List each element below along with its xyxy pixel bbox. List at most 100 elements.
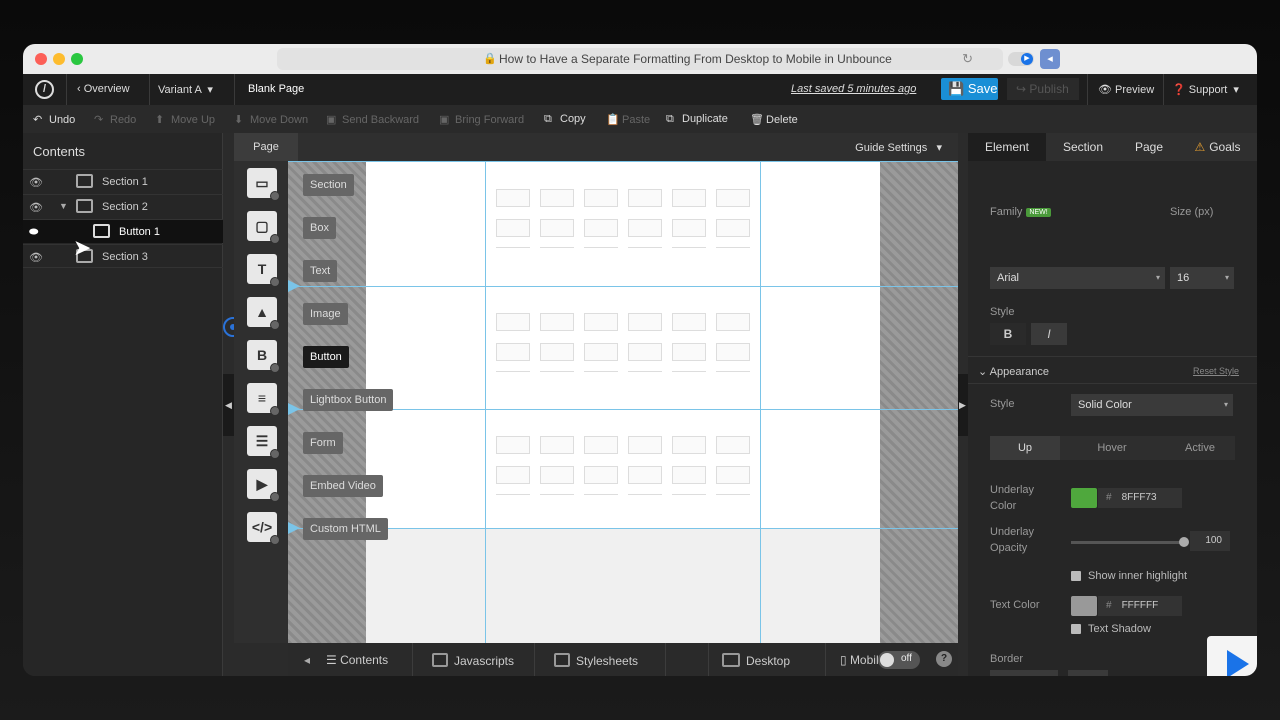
move-up-button[interactable]: ⬆ Move Up xyxy=(155,113,215,126)
palette-label-lightbox-button[interactable]: Lightbox Button xyxy=(303,389,394,411)
mobile-toggle[interactable]: off xyxy=(878,651,920,669)
publish-button[interactable]: ↪ Publish xyxy=(1007,78,1079,100)
slider-knob[interactable] xyxy=(1179,537,1189,547)
appearance-header[interactable]: ⌄ Appearance xyxy=(978,365,1049,378)
tab-goals[interactable]: ⚠ Goals xyxy=(1178,133,1257,161)
collapse-left-panel-button[interactable]: ◀ xyxy=(223,374,234,436)
address-bar[interactable]: 🔒 How to Have a Separate Formatting From… xyxy=(277,48,1003,70)
video-play-icon[interactable] xyxy=(1207,636,1257,676)
tree-item-label: Section 3 xyxy=(102,251,148,263)
underlay-opacity-input[interactable]: 100 xyxy=(1190,531,1230,551)
placeholder-line xyxy=(716,371,750,376)
lightbox-icon[interactable]: ≡ xyxy=(247,383,280,416)
text-icon[interactable]: T xyxy=(247,254,280,287)
text-color-input[interactable]: # FFFFFF xyxy=(1098,596,1182,616)
bold-button[interactable]: B xyxy=(990,323,1026,345)
guide-marker-icon[interactable] xyxy=(288,280,300,292)
button-icon[interactable]: B xyxy=(247,340,280,373)
collapse-right-panel-button[interactable]: ▶ xyxy=(957,374,968,436)
eye-icon[interactable]: 👁 xyxy=(29,201,43,214)
tree-item-section-2[interactable]: 👁 ▼ Section 2 xyxy=(23,194,223,218)
reload-icon[interactable]: ↻ xyxy=(962,51,973,67)
eye-icon[interactable]: 👁 xyxy=(29,251,43,264)
tab-page[interactable]: Page xyxy=(1120,133,1178,161)
overview-link[interactable]: ‹ Overview xyxy=(77,83,130,95)
page-canvas[interactable]: Section Box Text Image Button Lightbox B… xyxy=(288,161,958,643)
page-name[interactable]: Blank Page xyxy=(248,83,304,95)
underlay-color-swatch[interactable] xyxy=(1071,488,1097,508)
redo-button[interactable]: ↷ Redo xyxy=(94,113,136,126)
underlay-color-input[interactable]: #8FFF73 xyxy=(1098,488,1182,508)
last-saved-link[interactable]: Last saved 5 minutes ago xyxy=(791,83,916,95)
palette-label-text[interactable]: Text xyxy=(303,260,338,282)
delete-button[interactable]: 🗑 Delete xyxy=(750,113,798,126)
placeholder-line xyxy=(540,494,574,499)
border-width-select[interactable]: 1▾ xyxy=(1068,670,1108,676)
palette-label-box[interactable]: Box xyxy=(303,217,336,239)
zoom-window-button[interactable] xyxy=(71,53,83,65)
tab-page[interactable]: Page xyxy=(234,133,298,161)
palette-label-embed-video[interactable]: Embed Video xyxy=(303,475,383,497)
show-inner-highlight-checkbox[interactable] xyxy=(1071,571,1081,581)
eye-icon[interactable]: ⬬ xyxy=(29,226,38,239)
tree-item-section-1[interactable]: 👁 Section 1 xyxy=(23,169,223,193)
move-down-button[interactable]: ⬇ Move Down xyxy=(234,113,308,126)
close-window-button[interactable] xyxy=(35,53,47,65)
text-color-swatch[interactable] xyxy=(1071,596,1097,616)
unbounce-logo-icon[interactable]: / xyxy=(35,80,54,99)
palette-label-image[interactable]: Image xyxy=(303,303,348,325)
palette-label-button[interactable]: Button xyxy=(303,346,349,368)
video-icon[interactable]: ▶ xyxy=(247,469,280,502)
tree-item-section-3[interactable]: 👁 Section 3 xyxy=(23,244,223,268)
tree-item-button-1[interactable]: ⬬ Button 1 xyxy=(23,219,223,243)
minimize-window-button[interactable] xyxy=(53,53,65,65)
font-size-select[interactable]: 16 ▾ xyxy=(1170,267,1234,289)
javascripts-button[interactable]: Javascripts xyxy=(432,653,514,668)
save-button[interactable]: 💾 Save xyxy=(941,78,998,100)
chevron-down-icon: ▾ xyxy=(1224,273,1229,282)
form-icon[interactable]: ☰ xyxy=(247,426,280,459)
variant-dropdown[interactable]: Variant A ▾ xyxy=(158,83,213,96)
chevron-left-icon[interactable]: ◂ xyxy=(304,653,310,667)
placeholder-box xyxy=(716,343,750,361)
border-style-select[interactable]: None ▾ xyxy=(990,670,1058,676)
section-icon[interactable]: ▭ xyxy=(247,168,280,201)
tree-item-label: Section 1 xyxy=(102,176,148,188)
palette-label-section[interactable]: Section xyxy=(303,174,354,196)
tab-state-active[interactable]: Active xyxy=(1165,436,1235,460)
code-icon[interactable]: </> xyxy=(247,512,280,545)
stylesheets-button[interactable]: Stylesheets xyxy=(554,653,638,668)
image-icon[interactable]: ▲ xyxy=(247,297,280,330)
contents-toggle-button[interactable]: ☰ Contents xyxy=(326,653,388,667)
copy-button[interactable]: ⧉ Copy xyxy=(544,113,586,126)
guide-settings-dropdown[interactable]: Guide Settings ▾ xyxy=(855,141,942,154)
preview-button[interactable]: 👁 Preview xyxy=(1098,83,1154,96)
send-backward-button[interactable]: ▣ Send Backward xyxy=(326,113,419,126)
font-family-select[interactable]: Arial ▾ xyxy=(990,267,1165,289)
caret-down-icon[interactable]: ▼ xyxy=(59,201,68,211)
eye-icon[interactable]: 👁 xyxy=(29,176,43,189)
help-button[interactable]: ? xyxy=(936,651,952,667)
tab-section[interactable]: Section xyxy=(1046,133,1120,161)
box-icon[interactable]: ▢ xyxy=(247,211,280,244)
underlay-opacity-slider[interactable] xyxy=(1071,537,1189,547)
support-dropdown[interactable]: ❓ Support ▾ xyxy=(1172,83,1239,96)
palette-label-form[interactable]: Form xyxy=(303,432,343,454)
extension-toggle[interactable]: ▶ xyxy=(1008,52,1034,66)
duplicate-button[interactable]: ⧉ Duplicate xyxy=(666,113,728,126)
italic-button[interactable]: I xyxy=(1031,323,1067,345)
bring-forward-button[interactable]: ▣ Bring Forward xyxy=(439,113,524,126)
tab-state-hover[interactable]: Hover xyxy=(1077,436,1147,460)
palette-label-custom-html[interactable]: Custom HTML xyxy=(303,518,388,540)
desktop-view-button[interactable]: Desktop xyxy=(722,653,790,668)
appearance-style-select[interactable]: Solid Color ▾ xyxy=(1071,394,1233,416)
tab-state-up[interactable]: Up xyxy=(990,436,1060,460)
undo-button[interactable]: ↶ Undo xyxy=(33,113,75,126)
extension-icon[interactable]: ◂ xyxy=(1040,49,1060,69)
reset-style-link[interactable]: Reset Style xyxy=(1193,366,1239,376)
guide-marker-icon[interactable] xyxy=(288,522,300,534)
paste-button[interactable]: 📋 Paste xyxy=(606,113,650,126)
text-shadow-checkbox[interactable] xyxy=(1071,624,1081,634)
guide-marker-icon[interactable] xyxy=(288,403,300,415)
tab-element[interactable]: Element xyxy=(968,133,1046,161)
